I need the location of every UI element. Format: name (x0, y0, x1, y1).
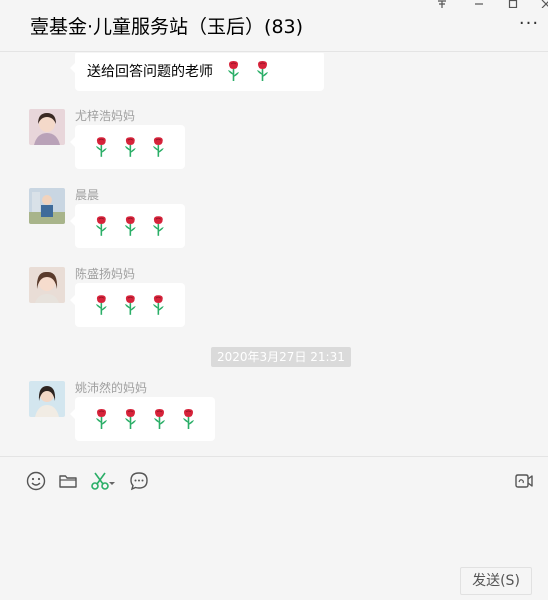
rose-emoji-icon (124, 295, 136, 315)
rose-emoji-icon (183, 409, 194, 429)
rose-emoji-icon (95, 295, 107, 315)
chat-header: 壹基金·儿童服务站（玉后）(83) ··· (0, 0, 548, 52)
rose-emoji-icon (153, 295, 165, 315)
emoji-icon[interactable] (26, 471, 46, 491)
rose-emoji-icon (153, 137, 165, 157)
message-input[interactable] (0, 504, 548, 564)
message-bubble (70, 397, 215, 441)
chat-history-icon[interactable] (129, 471, 149, 491)
chevron-down-icon[interactable] (108, 471, 116, 491)
send-button[interactable]: 发送(S) (460, 567, 532, 595)
rose-emoji-icon (95, 216, 107, 236)
rose-emoji-icon (95, 137, 107, 157)
rose-emoji-icon (96, 409, 107, 429)
sender-name: 姚沛然的妈妈 (75, 381, 148, 395)
maximize-icon[interactable] (503, 0, 523, 10)
rose-emoji-icon (154, 409, 165, 429)
more-icon[interactable]: ··· (516, 15, 542, 34)
avatar[interactable] (29, 267, 65, 303)
message-list[interactable]: 送给回答问题的老师 尤梓浩妈妈 晨晨 陈盛扬妈妈 2020年3月27日 21:3… (0, 53, 548, 455)
scissors-icon[interactable] (90, 471, 110, 491)
input-toolbar (0, 456, 548, 504)
sender-name: 晨晨 (75, 188, 100, 202)
message-timestamp: 2020年3月27日 21:31 (211, 347, 351, 367)
video-call-icon[interactable] (514, 471, 534, 491)
rose-emoji-icon (124, 216, 136, 236)
message-bubble: 送给回答问题的老师 (70, 53, 324, 91)
message-text: 送给回答问题的老师 (87, 64, 213, 80)
avatar[interactable] (29, 109, 65, 145)
minimize-icon[interactable] (469, 0, 489, 10)
message-bubble (70, 204, 185, 248)
chat-title: 壹基金·儿童服务站（玉后）(83) (30, 16, 304, 38)
avatar[interactable] (29, 188, 65, 224)
rose-emoji-icon (228, 61, 239, 81)
pin-icon[interactable] (432, 0, 452, 10)
rose-emoji-icon (257, 61, 268, 81)
rose-emoji-icon (125, 409, 136, 429)
rose-emoji-icon (153, 216, 165, 236)
sender-name: 尤梓浩妈妈 (75, 109, 136, 123)
sender-name: 陈盛扬妈妈 (75, 267, 136, 281)
close-icon[interactable] (536, 0, 548, 10)
message-bubble (70, 283, 185, 327)
rose-emoji-icon (124, 137, 136, 157)
avatar[interactable] (29, 381, 65, 417)
message-bubble (70, 125, 185, 169)
folder-icon[interactable] (58, 471, 78, 491)
